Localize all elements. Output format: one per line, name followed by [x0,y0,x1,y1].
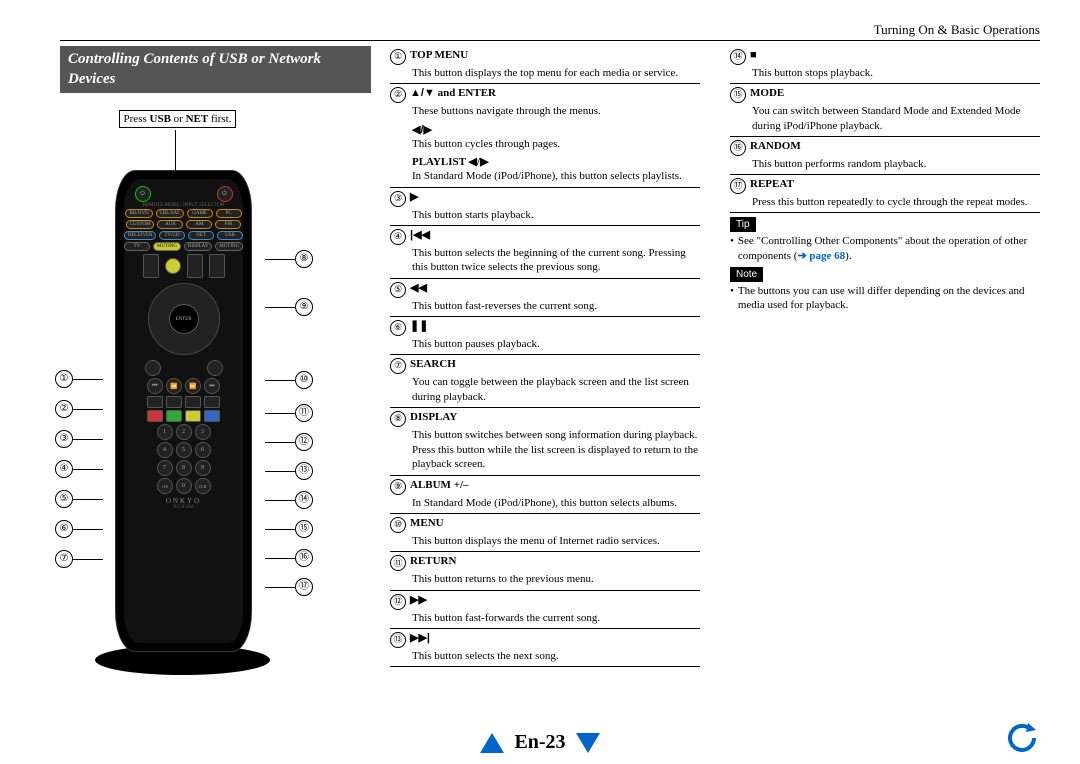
stop-icon: ■ [750,48,757,62]
enter-button: ENTER [169,304,199,334]
model-number: RC-834M [173,505,193,510]
callouts-left: ① ② ③ ④ ⑤ ⑥ ⑦ [55,370,103,580]
remote-control: ⏻⏻ REMOTE MODE / INPUT SELECTOR BD/DVDCB… [115,170,252,652]
skip-next-icon: ▶▶| [410,631,430,645]
setup-btn [145,360,161,376]
header-rule [60,40,1040,41]
page-footer: En-23 [0,731,1080,754]
return-btn [207,360,223,376]
dpad: ENTER [148,283,220,355]
blue-button [204,410,220,422]
header-chapter: Turning On & Basic Operations [874,22,1040,38]
power-receiver-icon: ⏻ [135,186,151,202]
play-icon: ▶ [410,190,418,204]
note-text: •The buttons you can use will differ dep… [730,284,1040,313]
brand-logo: ONKYO [166,497,201,505]
description-column-1: ①TOP MENUThis button displays the top me… [390,46,700,667]
description-column-2: ⑭■This button stops playback. ⑮MODEYou c… [730,46,1040,313]
rewind-icon: ◀◀ [410,281,427,295]
yellow-button [185,410,201,422]
power-source-icon: ⏻ [217,186,233,202]
page-link[interactable]: ➔ page 68 [797,250,845,262]
source-btn [165,258,181,274]
prev-page-icon[interactable] [480,733,504,753]
callouts-right: ⑧ ⑨ ⑩ ⑪ ⑫ ⑬ ⑭ ⑮ ⑯ ⑰ [265,250,313,607]
tip-label: Tip [730,217,756,232]
skip-prev-icon: |◀◀ [410,228,430,242]
go-back-icon[interactable] [1004,720,1040,756]
fast-forward-icon: ▶▶ [410,593,427,607]
next-page-icon[interactable] [576,733,600,753]
green-button [166,410,182,422]
ch-rocker [187,254,203,278]
section-title: Controlling Contents of USB or Network D… [60,46,371,93]
album-rocker [209,254,225,278]
page: Turning On & Basic Operations Controllin… [0,0,1080,764]
note-label: Note [730,267,763,282]
vol-rocker [143,254,159,278]
red-button [147,410,163,422]
instruction-callout: Press USB or NET first. [110,110,245,128]
tip-text: •See "Controlling Other Components" abou… [730,234,1040,263]
btn-bddvd: BD/DVD [125,209,152,218]
page-number: En-23 [514,731,565,754]
pause-icon: ❚❚ [410,319,428,333]
